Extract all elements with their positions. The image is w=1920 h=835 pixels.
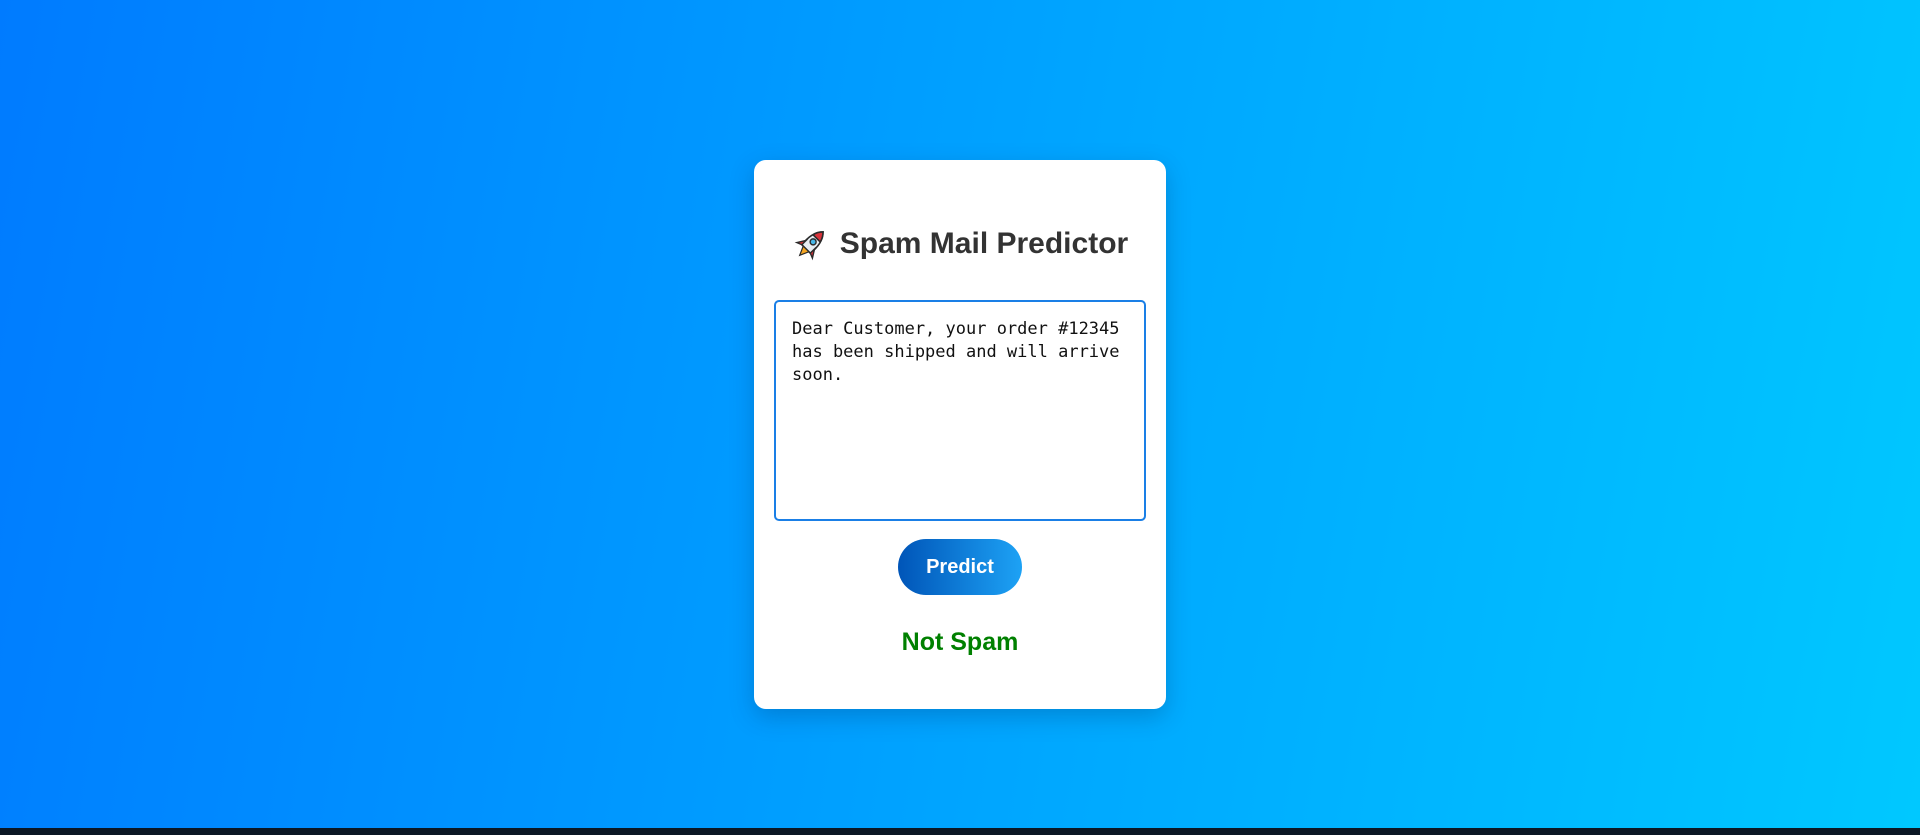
email-message-input[interactable]: Dear Customer, your order #12345 has bee… <box>774 300 1146 521</box>
title-row: Spam Mail Predictor <box>754 222 1166 266</box>
prediction-result: Not Spam <box>901 628 1019 656</box>
predict-button[interactable]: Predict <box>898 539 1022 595</box>
rocket-icon <box>792 225 830 263</box>
page-title: Spam Mail Predictor <box>839 227 1129 260</box>
bottom-edge-bar <box>0 828 1920 835</box>
predictor-card: Spam Mail Predictor Dear Customer, your … <box>754 160 1166 709</box>
